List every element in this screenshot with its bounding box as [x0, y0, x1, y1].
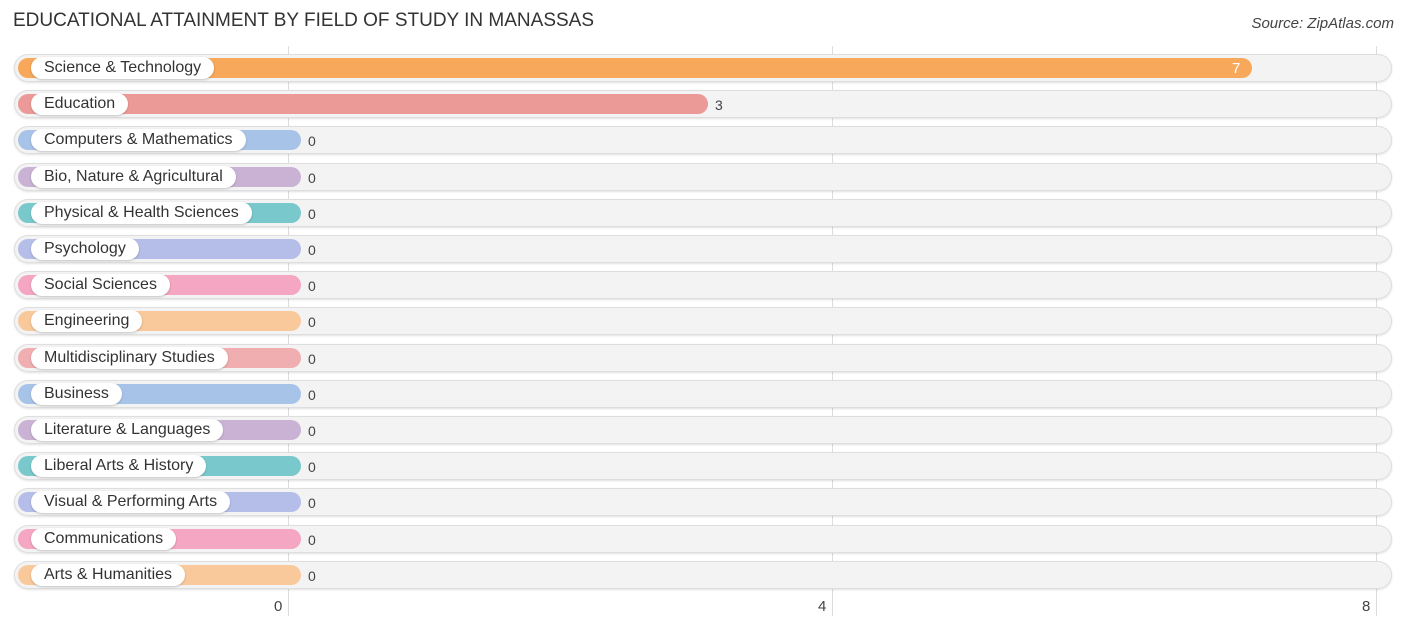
category-label: Communications	[31, 528, 177, 550]
value-label: 0	[308, 314, 316, 330]
value-label: 0	[308, 423, 316, 439]
bar-chart: 0 4 8 Science & Technology 7 Education 3 Comput…	[0, 0, 1406, 631]
x-tick-label: 0	[274, 598, 283, 615]
x-tick-label: 4	[818, 598, 827, 615]
category-label: Liberal Arts & History	[31, 455, 207, 477]
category-label: Social Sciences	[31, 274, 170, 296]
value-label: 0	[308, 568, 316, 584]
category-label: Literature & Languages	[31, 419, 224, 441]
value-label: 7	[1232, 60, 1241, 77]
category-label: Bio, Nature & Agricultural	[31, 166, 236, 188]
category-label: Physical & Health Sciences	[31, 202, 252, 224]
value-label: 0	[308, 532, 316, 548]
category-label: Computers & Mathematics	[31, 129, 246, 151]
value-label: 0	[308, 278, 316, 294]
value-label: 0	[308, 133, 316, 149]
value-label: 0	[308, 495, 316, 511]
x-tick-label: 8	[1362, 598, 1371, 615]
value-label: 0	[308, 206, 316, 222]
value-label: 0	[308, 351, 316, 367]
value-label: 0	[308, 170, 316, 186]
value-label: 0	[308, 387, 316, 403]
value-label: 0	[308, 242, 316, 258]
value-label: 3	[715, 97, 723, 113]
category-label: Education	[31, 93, 129, 115]
category-label: Business	[31, 383, 122, 405]
category-label: Arts & Humanities	[31, 564, 186, 586]
category-label: Psychology	[31, 238, 139, 260]
category-label: Visual & Performing Arts	[31, 491, 231, 513]
category-label: Science & Technology	[31, 57, 215, 79]
category-label: Engineering	[31, 310, 143, 332]
category-label: Multidisciplinary Studies	[31, 347, 228, 369]
value-label: 0	[308, 459, 316, 475]
